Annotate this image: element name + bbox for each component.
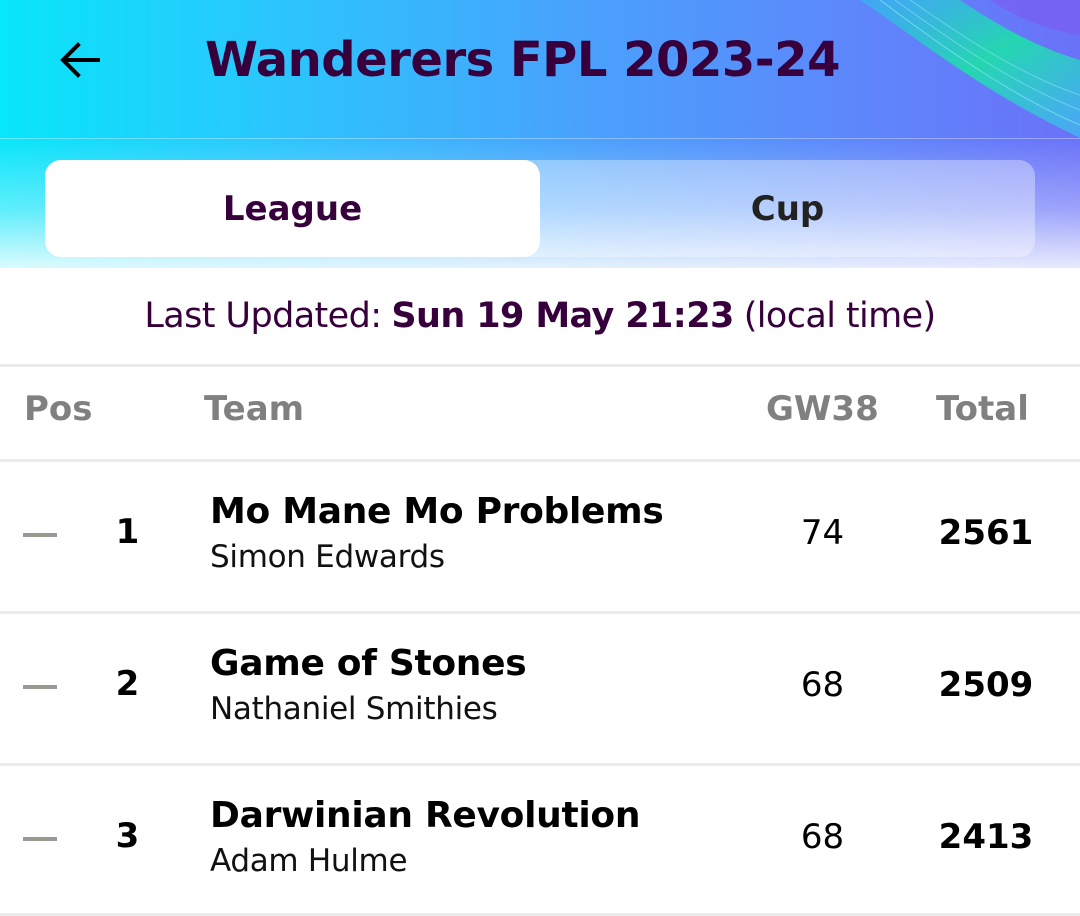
manager-name: Adam Hulme [210,843,408,879]
tab-cup[interactable]: Cup [540,160,1035,257]
total-points: 2509 [938,665,1034,705]
table-row[interactable]: 3 Darwinian Revolution Adam Hulme 68 241… [0,766,1080,915]
manager-name: Simon Edwards [210,539,445,575]
rank: 1 [115,512,140,552]
column-header-gw: GW38 [766,389,879,429]
column-header-pos: Pos [24,389,93,429]
last-updated: Last Updated: Sun 19 May 21:23 (local ti… [0,268,1080,364]
last-updated-label: Last Updated: [144,296,382,336]
no-change-dash-icon [23,533,57,537]
back-button[interactable] [50,30,110,90]
rank: 2 [115,664,140,704]
tab-league[interactable]: League [45,160,540,257]
no-change-dash-icon [23,837,57,841]
table-row[interactable]: 2 Game of Stones Nathaniel Smithies 68 2… [0,614,1080,763]
header: Wanderers FPL 2023-24 League Cup [0,0,1080,268]
last-updated-suffix: (local time) [743,296,936,336]
total-points: 2561 [938,513,1034,553]
no-change-dash-icon [23,685,57,689]
team-name[interactable]: Game of Stones [210,643,527,684]
gameweek-points: 68 [800,665,845,705]
gameweek-points: 74 [800,513,845,553]
decorative-wave-graphic [840,0,1080,138]
total-points: 2413 [938,817,1034,857]
table-row[interactable]: 1 Mo Mane Mo Problems Simon Edwards 74 2… [0,462,1080,611]
column-header-total: Total [936,389,1029,429]
manager-name: Nathaniel Smithies [210,691,498,727]
tab-bar: League Cup [45,160,1035,257]
arrow-left-icon [60,42,100,78]
table-header: Pos Team GW38 Total [0,367,1080,459]
team-name[interactable]: Mo Mane Mo Problems [210,491,664,532]
gameweek-points: 68 [800,817,845,857]
column-header-team: Team [204,389,305,429]
last-updated-datetime: Sun 19 May 21:23 [391,296,734,336]
page-title: Wanderers FPL 2023-24 [205,32,840,88]
team-name[interactable]: Darwinian Revolution [210,795,640,836]
rank: 3 [115,816,140,856]
